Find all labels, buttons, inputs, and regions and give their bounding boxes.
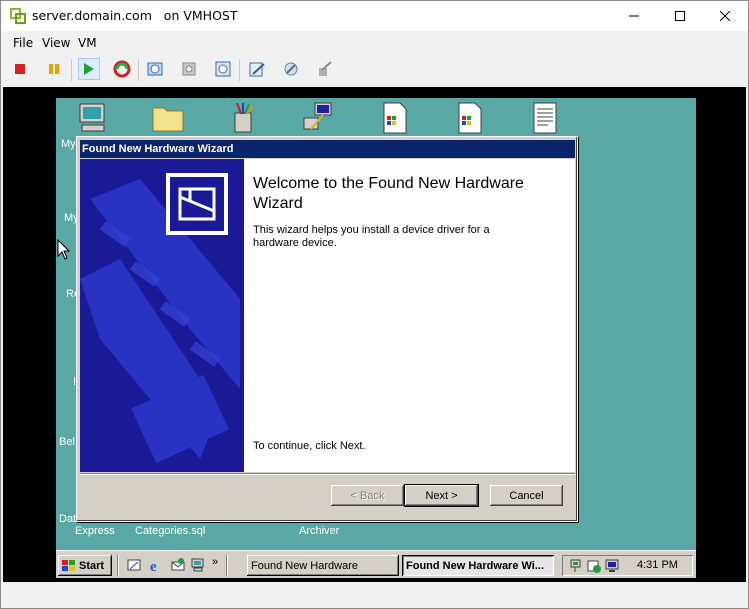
desktop-label-bel: Bel [59,436,75,448]
desktop-label-dat: Dat [59,513,77,525]
show-desktop-icon[interactable] [126,557,142,573]
desktop-label-express: Express [75,525,115,537]
desktop-label-categories-sql: Categories.sql [135,525,206,537]
toolbar [1,56,748,84]
start-label: Start [79,559,105,572]
reset-icon [113,60,131,78]
setup-document-2-icon[interactable] [453,101,487,135]
vm-options-button[interactable] [314,58,336,80]
network-tray-icon[interactable] [568,558,584,574]
vm-options-icon [319,61,332,76]
status-bar [1,583,748,608]
vm-console-screen[interactable]: My My Re I Bel Dat Express Categories.sq… [3,87,746,582]
menu-vm[interactable]: VM [78,36,97,50]
setup-document-icon[interactable] [378,101,412,135]
wizard-description: This wizard helps you install a device d… [253,224,490,249]
back-button[interactable]: < Back [331,485,404,506]
cancel-button[interactable]: Cancel [490,485,563,506]
stop-button[interactable] [9,58,31,80]
my-documents-folder-icon[interactable] [151,101,185,135]
tools-button[interactable] [280,58,302,80]
wizard-body: Welcome to the Found New Hardware Wizard… [80,159,575,472]
menu-view[interactable]: View [42,36,70,50]
minimize-button[interactable] [611,1,657,31]
display-tray-icon[interactable] [604,558,620,574]
desktop-label-archiver: Archiver [299,525,340,537]
manage-snapshots-button[interactable] [212,58,234,80]
desktop-label-my-computer: My [61,138,76,150]
menu-file[interactable]: File [13,36,33,50]
recycle-bin-icon[interactable] [226,101,260,135]
tools-icon [284,62,298,76]
manage-snapshots-icon [215,61,231,77]
menu-bar: File View VM [1,32,748,54]
vm-console-window: server.domain.com on VMHOST File View VM [0,0,749,609]
internet-explorer-icon[interactable]: e [148,557,164,573]
outlook-express-icon[interactable] [170,557,186,573]
quick-launch-more-button[interactable]: » [212,556,218,568]
start-button[interactable] [78,58,100,80]
clock[interactable]: 4:31 PM [637,559,678,571]
wizard-heading: Welcome to the Found New Hardware Wizard [253,175,524,212]
snapshot-icon [147,62,163,76]
close-button[interactable] [702,1,748,31]
maximize-button[interactable] [657,1,703,31]
window-title: server.domain.com on VMHOST [32,8,238,23]
windows-logo-icon [62,559,75,571]
reset-button[interactable] [111,58,133,80]
svg-text:e: e [150,559,157,573]
vm-app-icon [10,8,26,24]
taskbar-item-wizard-active[interactable]: Found New Hardware Wi... [402,555,554,576]
network-places-icon[interactable] [301,101,335,135]
settings-icon [249,62,265,77]
stop-icon [15,64,25,74]
taskbar: Start e » Found New Hardware Found New H… [56,550,696,578]
start-icon [84,63,94,75]
system-tray: 4:31 PM [562,555,693,576]
wizard-separator [80,473,575,475]
settings-button[interactable] [246,58,268,80]
hardware-tray-icon[interactable] [586,558,602,574]
start-menu-button[interactable]: Start [58,555,112,576]
my-computer-icon[interactable] [76,101,110,135]
wizard-title-bar[interactable]: Found New Hardware Wizard [80,140,575,158]
found-new-hardware-wizard: Found New Hardware Wizard Welcome to the… [76,136,578,522]
mouse-pointer-icon [57,239,71,260]
network-connections-icon[interactable] [190,557,206,573]
revert-icon [182,62,196,76]
pause-icon [49,64,59,74]
revert-button[interactable] [178,58,200,80]
guest-desktop[interactable]: My My Re I Bel Dat Express Categories.sq… [56,98,696,578]
wizard-continue-text: To continue, click Next. [253,440,366,452]
close-icon [720,11,730,21]
text-document-icon[interactable] [528,101,562,135]
hardware-watermark-graphic [80,159,244,472]
wizard-side-graphic [80,159,244,472]
title-bar[interactable]: server.domain.com on VMHOST [1,1,748,31]
maximize-icon [675,11,685,21]
taskbar-item-found-new-hardware[interactable]: Found New Hardware [247,555,399,576]
pause-button[interactable] [43,58,65,80]
minimize-icon [629,15,639,17]
snapshot-button[interactable] [144,58,166,80]
next-button[interactable]: Next > [404,484,479,507]
